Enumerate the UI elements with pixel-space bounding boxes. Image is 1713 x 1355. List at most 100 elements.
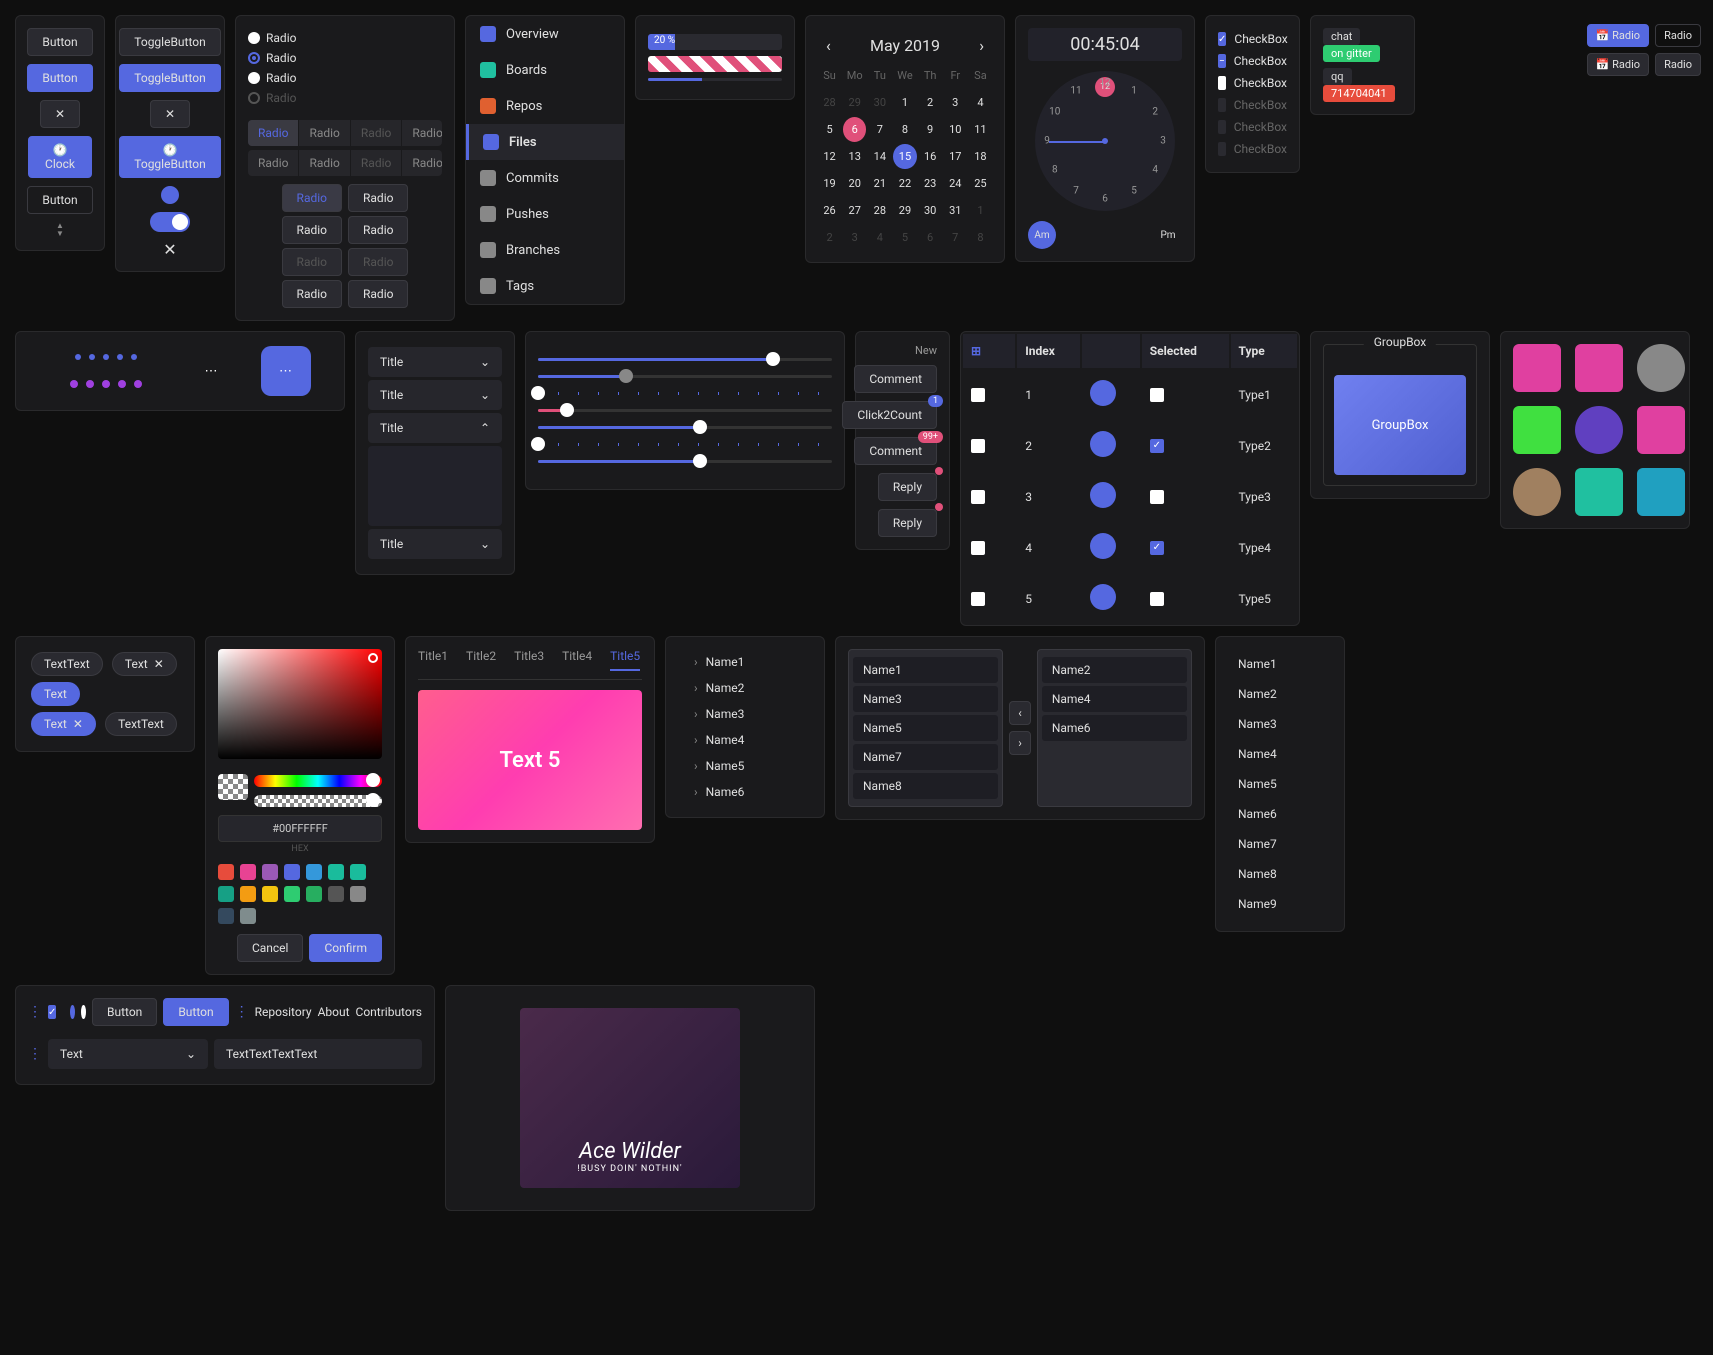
toggle-button-clock[interactable]: 🕐 ToggleButton — [119, 136, 220, 178]
nav-item-files[interactable]: Files — [466, 124, 624, 160]
radio-option[interactable]: Radio — [248, 68, 442, 88]
nav-item-branches[interactable]: Branches — [466, 232, 624, 268]
confirm-button[interactable]: Confirm — [309, 934, 382, 962]
close-button[interactable]: ✕ — [150, 100, 190, 128]
slider-ticks[interactable] — [538, 443, 832, 446]
transfer-right-list[interactable]: Name2Name4Name6 — [1037, 649, 1192, 807]
radio-box[interactable]: 📅 Radio — [1587, 24, 1649, 47]
hue-slider[interactable] — [254, 775, 382, 787]
selected-checkbox[interactable] — [1150, 592, 1164, 606]
color-swatch[interactable] — [240, 908, 256, 924]
calendar-day[interactable]: 14 — [868, 144, 891, 169]
about-link[interactable]: About — [318, 1005, 350, 1019]
transfer-right-button[interactable]: › — [1009, 731, 1031, 755]
table-row[interactable]: 4 ✓ Type4 — [963, 523, 1297, 572]
selected-checkbox[interactable]: ✓ — [1150, 439, 1164, 453]
radio-option[interactable]: Radio — [248, 48, 442, 68]
list-item[interactable]: Name9 — [1228, 889, 1332, 919]
transfer-left-button[interactable]: ‹ — [1009, 701, 1031, 725]
calendar-day[interactable]: 6 — [843, 117, 866, 142]
grid-icon[interactable]: ⊞ — [971, 344, 981, 358]
nav-item-overview[interactable]: Overview — [466, 16, 624, 52]
calendar-day[interactable]: 1 — [893, 90, 916, 115]
tree-item[interactable]: Name1 — [678, 649, 812, 675]
tree-item[interactable]: Name2 — [678, 675, 812, 701]
toolbar-radio[interactable] — [70, 1005, 75, 1019]
toolbar-button-primary[interactable]: Button — [163, 998, 228, 1026]
pm-button[interactable]: Pm — [1154, 221, 1182, 249]
slider[interactable] — [538, 358, 832, 361]
col-type[interactable]: Type — [1231, 334, 1297, 368]
col-selected[interactable]: Selected — [1142, 334, 1229, 368]
clock-face[interactable]: 12 123456789101112 — [1035, 71, 1175, 211]
dropdown[interactable]: Title⌄ — [368, 380, 502, 410]
round-avatar[interactable] — [1637, 344, 1685, 392]
switch-toggle[interactable] — [150, 212, 190, 232]
tab-title4[interactable]: Title4 — [562, 649, 592, 671]
radio-option[interactable]: Radio — [248, 28, 442, 48]
calendar-day[interactable]: 13 — [843, 144, 866, 169]
tree-item[interactable]: Name3 — [678, 701, 812, 727]
spinner-icon[interactable]: ▲▼ — [56, 222, 64, 238]
cover-flow[interactable]: Ace Wilder !BUSY DOIN' NOTHIN' — [458, 998, 802, 1198]
toggle-button-active[interactable]: ToggleButton — [119, 64, 220, 92]
calendar-day[interactable]: 9 — [919, 117, 942, 142]
table-row[interactable]: 1 Type1 — [963, 370, 1297, 419]
calendar-day[interactable]: 23 — [919, 171, 942, 196]
calendar-day[interactable]: 16 — [919, 144, 942, 169]
calendar-day[interactable]: 26 — [818, 198, 841, 223]
calendar-day[interactable]: 2 — [919, 90, 942, 115]
pixel-avatar[interactable] — [1513, 344, 1561, 392]
row-checkbox[interactable] — [971, 439, 985, 453]
calendar-day[interactable]: 11 — [969, 117, 992, 142]
gitter-badge[interactable]: on gitter — [1323, 45, 1380, 62]
list-item[interactable]: Name4 — [1228, 739, 1332, 769]
segmented-control[interactable]: RadioRadioRadioRadio — [248, 120, 442, 146]
range-slider[interactable] — [538, 409, 832, 412]
list-item[interactable]: Name4 — [1042, 686, 1187, 712]
list-item[interactable]: Name6 — [1042, 715, 1187, 741]
pixel-avatar[interactable] — [1513, 406, 1561, 454]
slider[interactable] — [538, 426, 832, 429]
qq-number-badge[interactable]: 714704041 — [1323, 85, 1395, 102]
list-item[interactable]: Name2 — [1228, 679, 1332, 709]
reply-button[interactable]: Reply — [878, 473, 937, 501]
row-checkbox[interactable] — [971, 592, 985, 606]
calendar-day[interactable]: 31 — [944, 198, 967, 223]
color-swatch[interactable] — [240, 886, 256, 902]
close-icon[interactable]: ✕ — [154, 657, 164, 671]
radio-pill[interactable]: Radio — [282, 216, 342, 244]
dropdown-expanded[interactable]: Title⌃ — [368, 413, 502, 443]
color-swatch[interactable] — [218, 886, 234, 902]
contributors-link[interactable]: Contributors — [356, 1005, 422, 1019]
color-swatch[interactable] — [284, 886, 300, 902]
am-button[interactable]: Am — [1028, 221, 1056, 249]
color-swatch[interactable] — [306, 886, 322, 902]
alpha-slider[interactable] — [254, 795, 382, 807]
row-checkbox[interactable] — [971, 490, 985, 504]
color-swatch[interactable] — [284, 864, 300, 880]
grip-icon[interactable]: ⋮ — [28, 1004, 42, 1020]
radio-box[interactable]: Radio — [1655, 24, 1701, 47]
dropdown[interactable]: Title⌄ — [368, 347, 502, 377]
chip-primary-closable[interactable]: Text✕ — [31, 712, 96, 736]
click2count-button[interactable]: Click2Count — [842, 401, 937, 429]
round-avatar[interactable] — [1513, 468, 1561, 516]
color-swatch[interactable] — [350, 864, 366, 880]
color-swatch[interactable] — [218, 864, 234, 880]
radio-pill[interactable]: Radio — [348, 280, 408, 308]
toggle-button[interactable]: ToggleButton — [119, 28, 220, 56]
calendar-day[interactable]: 4 — [969, 90, 992, 115]
table-row[interactable]: 5 Type5 — [963, 574, 1297, 623]
slider-thumb[interactable] — [366, 793, 380, 807]
calendar-day[interactable]: 29 — [893, 198, 916, 223]
tree-item[interactable]: Name4 — [678, 727, 812, 753]
list-item[interactable]: Name1 — [853, 657, 998, 683]
calendar-day[interactable]: 24 — [944, 171, 967, 196]
color-saturation-area[interactable] — [218, 649, 382, 759]
radio-pill[interactable]: Radio — [282, 184, 342, 212]
list-item[interactable]: Name7 — [853, 744, 998, 770]
color-swatch[interactable] — [262, 864, 278, 880]
list-item[interactable]: Name8 — [1228, 859, 1332, 889]
radio-pill[interactable]: Radio — [348, 184, 408, 212]
